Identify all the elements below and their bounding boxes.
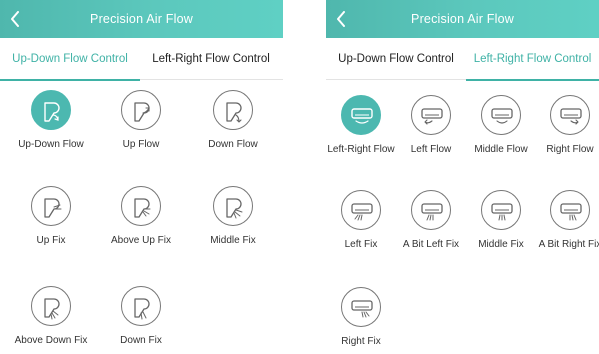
left-flow-icon	[411, 95, 451, 135]
app-header: Precision Air Flow	[0, 0, 283, 38]
option-up-flow[interactable]: Up Flow	[96, 90, 186, 151]
above-up-fix-icon	[121, 186, 161, 226]
up-down-flow-icon	[31, 90, 71, 130]
right-fix-icon	[341, 287, 381, 327]
right-flow-icon	[550, 95, 590, 135]
option-label: Up-Down Flow	[18, 139, 84, 150]
option-label: Right Flow	[546, 144, 594, 155]
option-down-flow[interactable]: Down Flow	[188, 90, 278, 151]
option-middle-fix[interactable]: Middle Fix	[188, 186, 278, 247]
option-up-fix[interactable]: Up Fix	[6, 186, 96, 247]
option-down-fix[interactable]: Down Fix	[96, 286, 186, 347]
above-down-fix-icon	[31, 286, 71, 326]
option-above-up-fix[interactable]: Above Up Fix	[96, 186, 186, 247]
option-label: Up Fix	[36, 235, 66, 246]
tab-up-down-flow-control[interactable]: Up-Down Flow Control	[0, 38, 140, 81]
option-right-flow[interactable]: Right Flow	[525, 95, 599, 156]
option-label: Up Flow	[122, 139, 160, 150]
page-title: Precision Air Flow	[90, 12, 193, 26]
middle-flow-icon	[481, 95, 521, 135]
option-above-down-fix[interactable]: Above Down Fix	[6, 286, 96, 347]
a-bit-right-fix-icon	[550, 190, 590, 230]
tab-up-down-flow-control[interactable]: Up-Down Flow Control	[326, 38, 466, 80]
app-header: Precision Air Flow	[326, 0, 599, 38]
flow-tabs: Up-Down Flow Control Left-Right Flow Con…	[326, 38, 599, 81]
option-label: A Bit Right Fix	[538, 239, 599, 250]
down-flow-icon	[213, 90, 253, 130]
tab-left-right-flow-control[interactable]: Left-Right Flow Control	[466, 38, 599, 81]
a-bit-left-fix-icon	[411, 190, 451, 230]
option-right-fix[interactable]: Right Fix	[316, 287, 406, 348]
option-a-bit-right-fix[interactable]: A Bit Right Fix	[525, 190, 599, 251]
down-fix-icon	[121, 286, 161, 326]
page-title: Precision Air Flow	[411, 12, 514, 26]
up-flow-icon	[121, 90, 161, 130]
up-fix-icon	[31, 186, 71, 226]
flow-tabs: Up-Down Flow Control Left-Right Flow Con…	[0, 38, 283, 81]
option-label: Down Fix	[120, 335, 162, 346]
up-down-flow-screen: Precision Air Flow Up-Down Flow Control …	[0, 0, 283, 354]
option-label: Above Down Fix	[14, 335, 88, 346]
left-right-flow-icon	[341, 95, 381, 135]
option-up-down-flow[interactable]: Up-Down Flow	[6, 90, 96, 151]
option-label: Right Fix	[341, 336, 381, 347]
left-fix-icon	[341, 190, 381, 230]
middle-fix-icon	[481, 190, 521, 230]
left-right-flow-screen: Precision Air Flow Up-Down Flow Control …	[326, 0, 599, 354]
option-label: Middle Fix	[210, 235, 256, 246]
option-label: Down Flow	[208, 139, 258, 150]
tab-left-right-flow-control[interactable]: Left-Right Flow Control	[146, 38, 276, 80]
option-label: Above Up Fix	[110, 235, 172, 246]
middle-fix-icon	[213, 186, 253, 226]
